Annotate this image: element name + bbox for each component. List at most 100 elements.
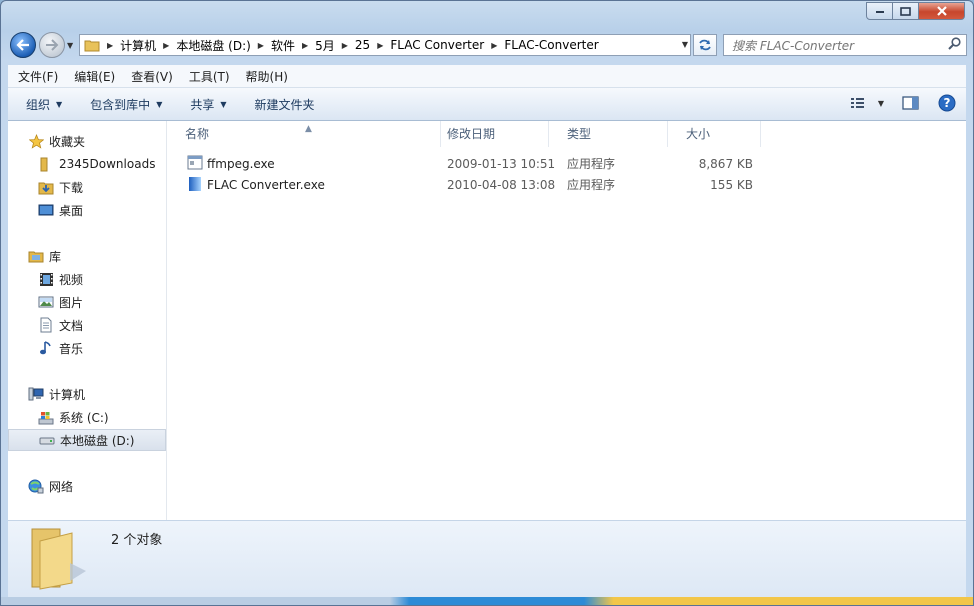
file-row[interactable]: FLAC Converter.exe 2010-04-08 13:08 应用程序… — [167, 175, 767, 196]
back-button[interactable] — [10, 32, 36, 58]
breadcrumb-separator: ▶ — [107, 40, 114, 50]
column-header-label: 名称 — [185, 127, 210, 141]
nav-item-videos[interactable]: 视频 — [8, 268, 166, 290]
sort-ascending-icon: ▲ — [305, 124, 312, 134]
nav-item-desktop[interactable]: 桌面 — [8, 199, 166, 221]
breadcrumb-item[interactable]: 25 — [355, 38, 370, 52]
breadcrumb-separator[interactable]: ▶ — [377, 41, 383, 50]
maximize-button[interactable] — [893, 2, 919, 20]
view-dropdown-icon[interactable]: ▼ — [878, 99, 884, 108]
share-button[interactable]: 共享 ▼ — [172, 96, 236, 113]
preview-pane-icon[interactable] — [902, 95, 920, 111]
breadcrumb-separator[interactable]: ▶ — [258, 41, 264, 50]
arrow-left-icon — [16, 39, 29, 51]
include-in-library-label: 包含到库中 — [90, 97, 151, 112]
nav-computer[interactable]: 计算机 — [8, 383, 166, 405]
menu-bar: 文件(F) 编辑(E) 查看(V) 工具(T) 帮助(H) — [8, 65, 966, 88]
nav-libraries-label: 库 — [49, 249, 62, 264]
nav-item-label: 视频 — [59, 272, 84, 287]
details-pane: 2 个对象 — [8, 520, 966, 597]
breadcrumb-separator[interactable]: ▶ — [302, 41, 308, 50]
nav-libraries[interactable]: 库 — [8, 245, 166, 267]
recent-pages-dropdown[interactable]: ▼ — [67, 41, 73, 50]
search-input[interactable] — [730, 36, 944, 56]
nav-item-label: 文档 — [59, 318, 84, 333]
computer-icon — [28, 386, 44, 402]
close-button[interactable] — [919, 2, 965, 20]
exe-file-icon — [187, 155, 203, 177]
column-header-type[interactable]: 类型 — [549, 121, 668, 147]
search-icon[interactable] — [948, 37, 961, 54]
flac-converter-icon — [187, 176, 203, 199]
nav-favorites[interactable]: 收藏夹 — [8, 130, 166, 152]
menu-help[interactable]: 帮助(H) — [236, 68, 294, 85]
new-folder-button[interactable]: 新建文件夹 — [237, 96, 325, 113]
file-row[interactable]: ffmpeg.exe 2009-01-13 10:51 应用程序 8,867 K… — [167, 154, 767, 175]
column-header-date[interactable]: 修改日期 — [429, 121, 549, 147]
column-headers: ▲ 名称 修改日期 类型 大小 — [167, 121, 966, 147]
include-in-library-button[interactable]: 包含到库中 ▼ — [72, 96, 172, 113]
music-icon — [38, 340, 54, 356]
breadcrumb-item[interactable]: 计算机 — [120, 37, 156, 54]
column-header-size[interactable]: 大小 — [668, 121, 761, 147]
organize-label: 组织 — [26, 97, 51, 112]
breadcrumb-separator[interactable]: ▶ — [342, 41, 348, 50]
star-icon — [28, 133, 44, 149]
documents-icon — [38, 317, 54, 333]
breadcrumb-separator[interactable]: ▶ — [163, 41, 169, 50]
nav-item-drive-d[interactable]: 本地磁盘 (D:) — [8, 429, 166, 451]
nav-item-downloads[interactable]: 下载 — [8, 176, 166, 198]
taskbar-strip — [1, 597, 973, 605]
share-label: 共享 — [190, 97, 215, 112]
breadcrumb-item[interactable]: FLAC-Converter — [504, 38, 598, 52]
nav-item-label: 系统 (C:) — [59, 410, 109, 425]
forward-button[interactable] — [39, 32, 65, 58]
folder-icon — [38, 156, 54, 172]
column-header-name[interactable]: ▲ 名称 — [167, 121, 441, 147]
refresh-button[interactable] — [693, 34, 717, 56]
breadcrumb-separator[interactable]: ▶ — [491, 41, 497, 50]
nav-item-music[interactable]: 音乐 — [8, 337, 166, 359]
nav-item-documents[interactable]: 文档 — [8, 314, 166, 336]
help-icon[interactable]: ? — [938, 94, 956, 112]
nav-item-label: 桌面 — [59, 203, 84, 218]
nav-item-drive-c[interactable]: 系统 (C:) — [8, 406, 166, 428]
navigation-pane: 收藏夹 2345Downloads 下载 桌面 库 视频 图片 文档 音乐 计算… — [8, 121, 167, 521]
column-header-label: 类型 — [567, 127, 592, 141]
breadcrumb-item[interactable]: FLAC Converter — [390, 38, 484, 52]
file-type: 应用程序 — [567, 157, 616, 171]
nav-computer-label: 计算机 — [49, 387, 86, 402]
view-options-icon[interactable] — [850, 96, 872, 110]
nav-network-label: 网络 — [49, 479, 74, 494]
nav-item-label: 2345Downloads — [59, 157, 156, 171]
downloads-folder-icon — [38, 179, 54, 195]
address-dropdown-icon[interactable]: ▼ — [682, 40, 688, 49]
minimize-button[interactable] — [866, 2, 893, 20]
search-box[interactable] — [723, 34, 967, 56]
nav-item-pictures[interactable]: 图片 — [8, 291, 166, 313]
desktop-icon — [38, 202, 54, 218]
organize-button[interactable]: 组织 ▼ — [8, 96, 72, 113]
system-drive-icon — [38, 409, 54, 425]
network-icon — [28, 478, 44, 494]
minimize-icon — [875, 11, 884, 13]
refresh-icon — [699, 39, 711, 51]
file-date: 2009-01-13 10:51 — [447, 157, 556, 171]
menu-view[interactable]: 查看(V) — [121, 68, 179, 85]
address-bar[interactable]: ▶ 计算机 ▶ 本地磁盘 (D:) ▶ 软件 ▶ 5月 ▶ 25 ▶ FLAC Conve… — [79, 34, 691, 56]
arrow-right-icon — [46, 39, 59, 51]
file-size: 155 KB — [710, 178, 753, 192]
nav-network[interactable]: 网络 — [8, 475, 166, 497]
library-icon — [28, 248, 44, 264]
nav-item-2345downloads[interactable]: 2345Downloads — [8, 153, 166, 175]
file-name: FLAC Converter.exe — [207, 178, 325, 192]
explorer-window: ▼ ▶ 计算机 ▶ 本地磁盘 (D:) ▶ 软件 ▶ 5月 ▶ 25 ▶ FLAC Con… — [0, 0, 974, 606]
menu-file[interactable]: 文件(F) — [8, 68, 64, 85]
breadcrumb-item[interactable]: 5月 — [315, 37, 335, 54]
breadcrumb-item[interactable]: 软件 — [271, 37, 295, 54]
maximize-icon — [900, 6, 911, 16]
command-bar: 组织 ▼ 包含到库中 ▼ 共享 ▼ 新建文件夹 ▼ ? — [8, 88, 966, 121]
menu-tools[interactable]: 工具(T) — [179, 68, 236, 85]
menu-edit[interactable]: 编辑(E) — [64, 68, 121, 85]
breadcrumb-item[interactable]: 本地磁盘 (D:) — [176, 37, 250, 54]
